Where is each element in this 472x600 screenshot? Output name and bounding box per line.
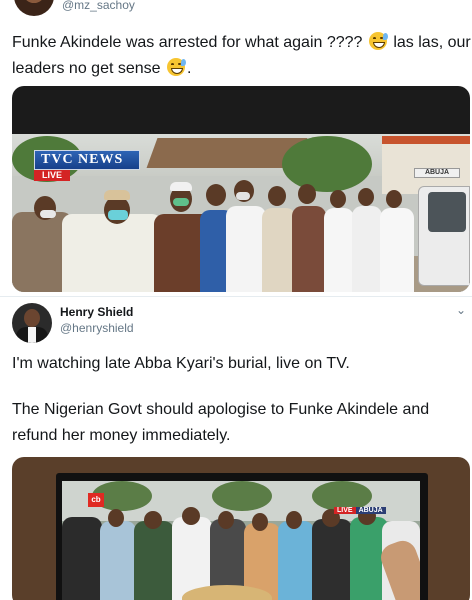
author-name[interactable]: Henry Shield: [60, 305, 133, 319]
avatar[interactable]: [12, 303, 52, 343]
avatar[interactable]: [14, 0, 54, 16]
grinning-sweat-emoji-icon: [368, 32, 388, 50]
author-handle[interactable]: @mz_sachoy: [62, 0, 135, 12]
tv-broadcast-photo: ABUJA TVC NEWS LIVE: [12, 134, 470, 292]
author-handle[interactable]: @henryshield: [60, 321, 134, 335]
live-badge: LIVE: [34, 170, 70, 181]
tweet-media-image[interactable]: ABUJA TVC NEWS LIVE: [12, 86, 470, 292]
channel-logo: cb: [88, 493, 104, 507]
tweet-card[interactable]: Henry Shield @henryshield ⌄ I'm watching…: [0, 296, 472, 600]
chevron-down-icon[interactable]: ⌄: [456, 303, 466, 317]
live-location-badge: LIVE ABUJA: [334, 507, 386, 516]
tweet-card[interactable]: @mz_sachoy Funke Akindele was arrested f…: [0, 0, 472, 296]
grinning-sweat-emoji-icon: [167, 58, 186, 76]
tv-broadcast-photo: cb LIVE ABUJA: [62, 481, 420, 600]
tweet-text: I'm watching late Abba Kyari's burial, l…: [12, 355, 350, 372]
tweet-text: Funke Akindele was arrested for what aga…: [12, 32, 471, 77]
tweet-text: The Nigerian Govt should apologise to Fu…: [12, 401, 430, 444]
abuja-sign: ABUJA: [414, 168, 460, 178]
tvc-news-logo: TVC NEWS: [34, 150, 140, 170]
tweet-media-image[interactable]: cb LIVE ABUJA: [12, 457, 470, 600]
